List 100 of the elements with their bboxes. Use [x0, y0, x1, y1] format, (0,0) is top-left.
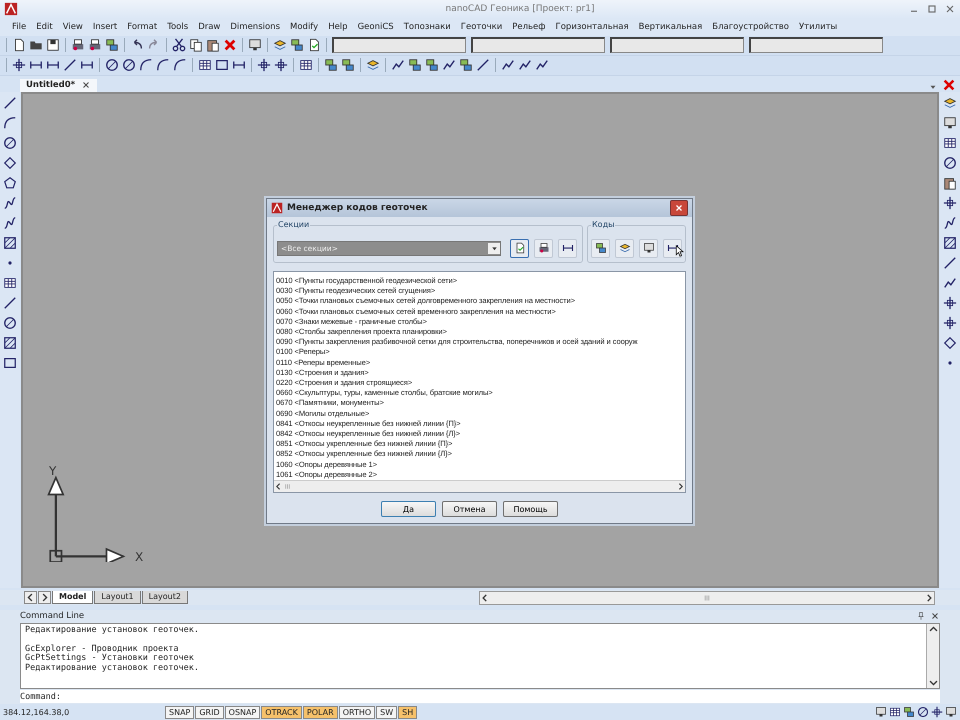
maximize-icon[interactable] — [926, 2, 938, 15]
move-icon[interactable] — [943, 316, 957, 330]
profile-icon[interactable] — [518, 58, 532, 72]
menu-item[interactable]: Help — [328, 22, 348, 32]
combo-box[interactable] — [610, 37, 744, 54]
combo-box[interactable] — [749, 37, 883, 54]
profile-icon[interactable] — [442, 58, 456, 72]
grip-icon[interactable] — [283, 482, 292, 491]
small-close-icon[interactable] — [930, 611, 940, 622]
menu-item[interactable]: Dimensions — [230, 22, 280, 32]
arc-icon[interactable] — [173, 58, 187, 72]
table-icon[interactable] — [943, 136, 957, 150]
line-icon[interactable] — [3, 296, 17, 310]
codes-list[interactable] — [273, 270, 686, 493]
icon-button[interactable] — [591, 238, 610, 258]
menu-item[interactable]: Draw — [198, 22, 220, 32]
polygon-icon[interactable] — [3, 176, 17, 190]
move-icon[interactable] — [274, 58, 288, 72]
arc-icon[interactable] — [3, 116, 17, 130]
move-icon[interactable] — [943, 196, 957, 210]
layers-icon[interactable] — [943, 96, 957, 110]
profile-icon[interactable] — [535, 58, 549, 72]
diamond-icon[interactable] — [943, 336, 957, 350]
circle-icon[interactable] — [122, 58, 136, 72]
close-button[interactable] — [670, 200, 688, 216]
monitor-icon[interactable] — [945, 706, 957, 718]
line-icon[interactable] — [63, 58, 77, 72]
dialog-button[interactable]: Отмена — [442, 501, 497, 517]
rectangle-icon[interactable] — [3, 356, 17, 370]
menu-item[interactable]: Рельеф — [512, 22, 546, 32]
monitor-icon[interactable] — [875, 706, 887, 718]
menu-item[interactable]: Tools — [167, 22, 188, 32]
profile-icon[interactable] — [501, 58, 515, 72]
layout-tab[interactable]: Model — [52, 591, 94, 604]
stacked-icon[interactable] — [341, 58, 355, 72]
move-icon[interactable] — [257, 58, 271, 72]
spline-icon[interactable] — [3, 216, 17, 230]
stacked-icon[interactable] — [105, 38, 119, 52]
dialog-button[interactable]: Помощь — [503, 501, 558, 517]
icon-button[interactable] — [615, 238, 634, 258]
pin-icon[interactable] — [916, 611, 926, 622]
table-icon[interactable] — [889, 706, 901, 718]
layers-icon[interactable] — [366, 58, 380, 72]
layers-icon[interactable] — [273, 38, 287, 52]
icon-button[interactable] — [639, 238, 658, 258]
dialog-button[interactable]: Да — [381, 501, 436, 517]
menu-item[interactable]: GeoniCS — [358, 22, 394, 32]
circle-icon[interactable] — [3, 316, 17, 330]
stacked-icon[interactable] — [425, 58, 439, 72]
menu-item[interactable]: Insert — [92, 22, 118, 32]
diamond-icon[interactable] — [3, 156, 17, 170]
menu-item[interactable]: View — [62, 22, 83, 32]
status-toggle[interactable]: SW — [376, 706, 398, 719]
command-input[interactable]: Command: — [20, 690, 940, 704]
menu-item[interactable]: File — [12, 22, 26, 32]
move-icon[interactable] — [931, 706, 943, 718]
circle-icon[interactable] — [105, 58, 119, 72]
line-icon[interactable] — [476, 58, 490, 72]
spline-icon[interactable] — [3, 196, 17, 210]
menu-item[interactable]: Edit — [36, 22, 53, 32]
spline-icon[interactable] — [943, 216, 957, 230]
menu-item[interactable]: Благоустройство — [712, 22, 789, 32]
stacked-icon[interactable] — [459, 58, 473, 72]
hatch-icon[interactable] — [943, 236, 957, 250]
icon-button[interactable] — [558, 238, 577, 258]
profile-icon[interactable] — [943, 276, 957, 290]
checked-document-icon[interactable] — [307, 38, 321, 52]
close-icon[interactable] — [942, 78, 956, 92]
status-toggle[interactable]: ORTHO — [338, 706, 376, 719]
hatch-icon[interactable] — [3, 336, 17, 350]
horizontal-scrollbar[interactable] — [478, 590, 935, 605]
status-toggle[interactable]: SNAP — [165, 706, 194, 719]
paste-icon[interactable] — [206, 38, 220, 52]
monitor-icon[interactable] — [248, 38, 262, 52]
stacked-icon[interactable] — [324, 58, 338, 72]
menu-item[interactable]: Modify — [290, 22, 318, 32]
menu-item[interactable]: Утилиты — [798, 22, 838, 32]
stacked-icon[interactable] — [290, 38, 304, 52]
circle-icon[interactable] — [3, 136, 17, 150]
layout-tab[interactable]: Layout2 — [142, 591, 188, 604]
table-icon[interactable] — [299, 58, 313, 72]
line-icon[interactable] — [943, 256, 957, 270]
status-toggle[interactable]: OTRACK — [261, 706, 302, 719]
table-icon[interactable] — [3, 276, 17, 290]
menu-item[interactable]: Format — [127, 22, 158, 32]
icon-button[interactable] — [534, 238, 553, 258]
small-close-icon[interactable] — [81, 80, 92, 90]
vertical-scrollbar[interactable] — [926, 624, 939, 688]
move-icon[interactable] — [943, 296, 957, 310]
rectangle-icon[interactable] — [215, 58, 229, 72]
status-toggle[interactable]: POLAR — [302, 706, 338, 719]
layout-tab[interactable]: Layout1 — [94, 591, 141, 604]
combo-box[interactable] — [471, 37, 605, 54]
monitor-icon[interactable] — [943, 116, 957, 130]
printer-icon[interactable] — [88, 38, 102, 52]
menu-item[interactable]: Топознаки — [404, 22, 451, 32]
icon-button[interactable] — [510, 238, 529, 258]
document-tab[interactable]: Untitled0* — [20, 78, 98, 92]
arc-icon[interactable] — [139, 58, 153, 72]
profile-icon[interactable] — [391, 58, 405, 72]
